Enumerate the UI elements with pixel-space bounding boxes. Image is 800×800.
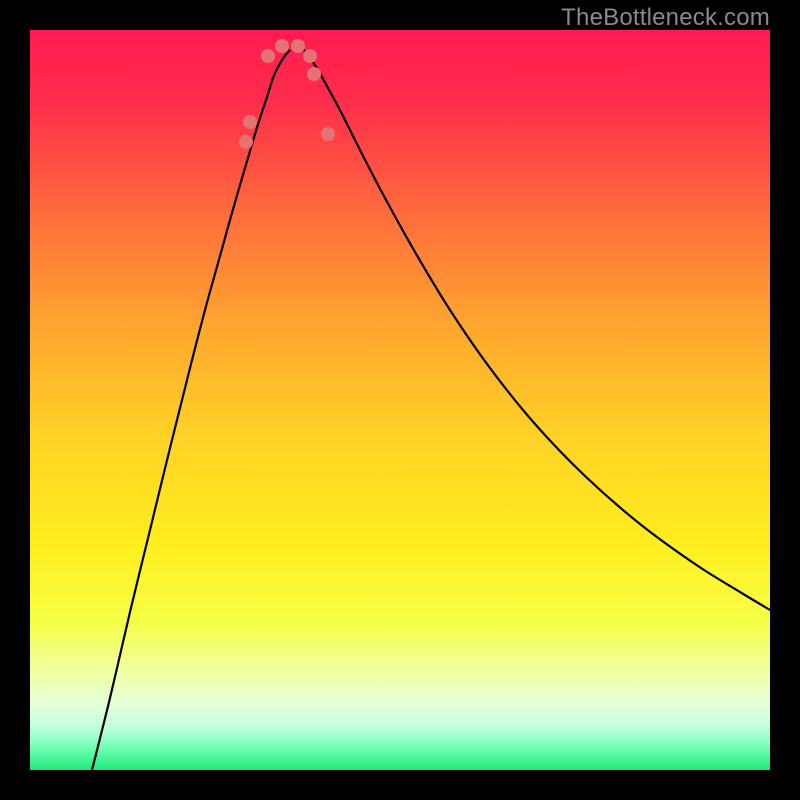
data-marker	[307, 67, 321, 81]
data-marker	[321, 127, 335, 141]
chart-svg	[30, 30, 770, 770]
data-marker	[291, 39, 305, 53]
data-marker	[261, 49, 275, 63]
markers-group	[239, 39, 335, 149]
left-curve	[92, 50, 290, 770]
right-curve	[304, 50, 770, 610]
data-marker	[303, 49, 317, 63]
chart-frame	[30, 30, 770, 770]
watermark-text: TheBottleneck.com	[561, 4, 770, 32]
data-marker	[239, 135, 253, 149]
data-marker	[275, 39, 289, 53]
data-marker	[243, 115, 257, 129]
